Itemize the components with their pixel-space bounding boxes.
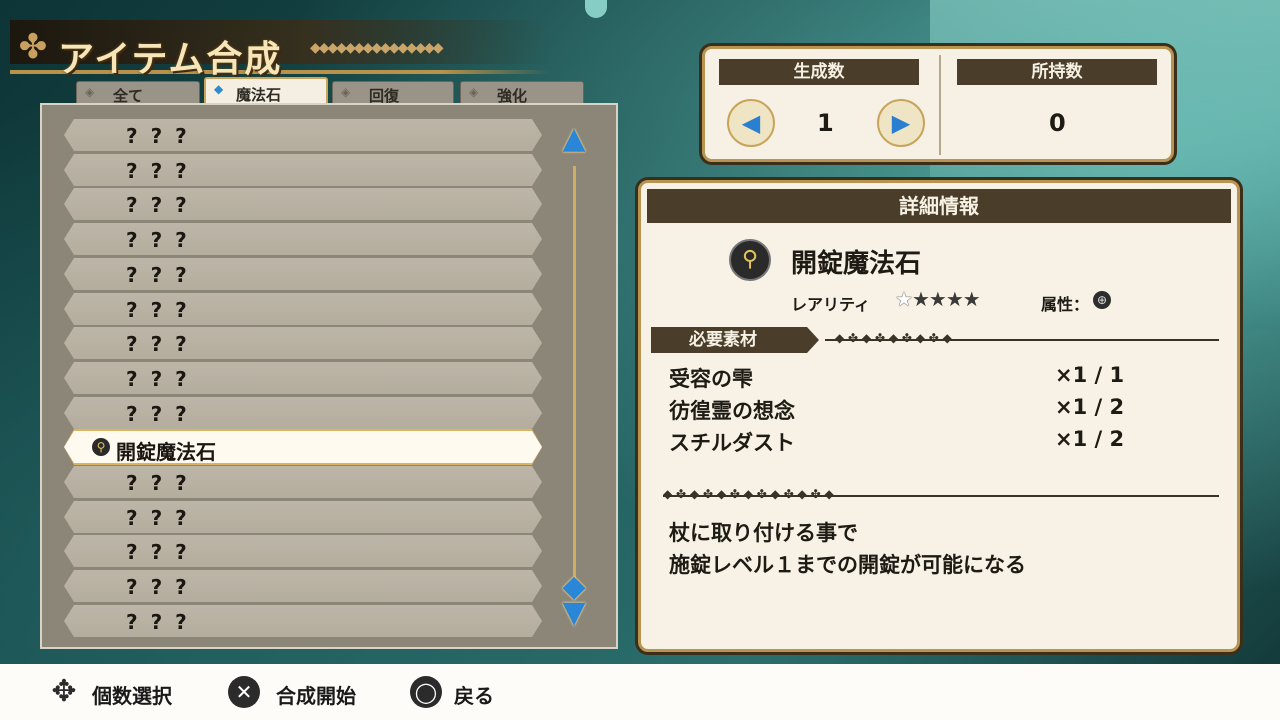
list-item[interactable]: ? ? ?	[64, 570, 542, 602]
material-name: 彷徨霊の想念	[669, 399, 795, 423]
list-item[interactable]: ? ? ?	[64, 188, 542, 220]
decrease-button[interactable]: ◀	[727, 99, 775, 147]
list-item[interactable]: ? ? ?	[64, 501, 542, 533]
circle-button-icon: ◯	[410, 676, 442, 708]
material-qty: ×1 / 1	[1055, 363, 1125, 387]
detail-panel: 詳細情報 ⚲ 開錠魔法石 レアリティ ★★★★★ 属性： ⊕ 必要素材 ◆ ✤ …	[638, 180, 1240, 652]
list-item[interactable]: ? ? ?	[64, 397, 542, 429]
screen-title-bar: ◆◆◆◆◆◆◆◆◆◆◆◆◆◆◆ ✤ アイテム合成	[0, 14, 560, 80]
divider-ornament: ◆ ✤ ◆ ✤ ◆ ✤ ◆ ✤ ◆	[835, 331, 952, 345]
list-item-label: ? ? ?	[126, 471, 190, 495]
scroll-track[interactable]	[573, 166, 576, 596]
list-item-label: ? ? ?	[126, 159, 190, 183]
material-name: 受容の雫	[669, 367, 753, 391]
cross-button-icon: ✕	[228, 676, 260, 708]
hint-label: 個数選択	[92, 684, 172, 708]
tab-label: 魔法石	[236, 86, 282, 104]
list-item-selected[interactable]: ⚲ 開錠魔法石	[64, 431, 542, 463]
attribute-label: 属性：	[1041, 295, 1090, 314]
leaf-emblem-icon: ✤	[18, 27, 48, 67]
list-item-label: ? ? ?	[126, 610, 190, 634]
diamond-icon: ◈	[469, 85, 479, 99]
star-icon: ★	[945, 287, 964, 311]
list-item-label: ? ? ?	[126, 263, 190, 287]
list-item-label: ? ? ?	[126, 575, 190, 599]
list-item[interactable]: ? ? ?	[64, 293, 542, 325]
background-lamp	[585, 0, 607, 18]
star-icon: ★	[962, 287, 981, 311]
count-divider	[939, 55, 941, 155]
divider-ornament: ◆ ✤ ◆ ✤ ◆ ✤ ◆ ✤ ◆ ✤ ◆ ✤ ◆	[663, 487, 834, 501]
list-item-label: ? ? ?	[126, 506, 190, 530]
tab-all[interactable]: ◈ 全て	[76, 81, 200, 105]
list-item-label: ? ? ?	[126, 193, 190, 217]
count-panel: 生成数 所持数 ◀ 1 ▶ 0	[702, 46, 1174, 162]
list-item[interactable]: ? ? ?	[64, 466, 542, 498]
list-item[interactable]: ? ? ?	[64, 535, 542, 567]
hint-label: 合成開始	[276, 684, 356, 708]
list-item[interactable]: ? ? ?	[64, 119, 542, 151]
list-item[interactable]: ? ? ?	[64, 258, 542, 290]
create-count-value: 1	[817, 109, 834, 137]
item-list-panel: ? ? ? ? ? ? ? ? ? ? ? ? ? ? ? ? ? ? ? ? ? ? ? ?…	[40, 103, 618, 649]
star-icon: ★	[895, 287, 913, 311]
detail-header: 詳細情報	[647, 189, 1231, 223]
owned-count-value: 0	[1049, 109, 1066, 137]
rarity-stars: ★★★★★	[895, 287, 981, 311]
key-icon: ⚲	[92, 438, 110, 456]
material-name: スチルダスト	[669, 431, 795, 455]
list-item-label: ? ? ?	[126, 298, 190, 322]
list-item-label: ? ? ?	[126, 228, 190, 252]
list-item[interactable]: ? ? ?	[64, 223, 542, 255]
hint-label: 戻る	[454, 684, 494, 708]
star-icon: ★	[928, 287, 947, 311]
list-item-label: ? ? ?	[126, 367, 190, 391]
material-qty: ×1 / 2	[1055, 395, 1125, 419]
materials-label: 必要素材	[651, 327, 819, 353]
dpad-icon: ✥	[51, 674, 77, 709]
list-item[interactable]: ? ? ?	[64, 327, 542, 359]
magic-stone-icon: ◆	[214, 82, 224, 96]
scroll-up-icon[interactable]: ▲	[556, 122, 592, 156]
list-item-label: ? ? ?	[126, 332, 190, 356]
item-name: 開錠魔法石	[791, 249, 922, 279]
list-item[interactable]: ? ? ?	[64, 362, 542, 394]
list-item[interactable]: ? ? ?	[64, 605, 542, 637]
diamond-icon: ◈	[85, 85, 95, 99]
tab-recovery[interactable]: ◈ 回復	[332, 81, 454, 105]
rarity-label: レアリティ	[791, 295, 871, 314]
owned-count-label: 所持数	[957, 59, 1157, 85]
button-hint-footer: ✥ 個数選択 ✕ 合成開始 ◯ 戻る	[0, 664, 1280, 720]
list-item-label: 開錠魔法石	[116, 440, 216, 464]
create-count-label: 生成数	[719, 59, 919, 85]
description-line: 杖に取り付ける事で	[669, 521, 858, 545]
list-item-label: ? ? ?	[126, 540, 190, 564]
description-line: 施錠レベル１までの開錠が可能になる	[669, 553, 1026, 577]
key-icon: ⚲	[729, 239, 771, 281]
page-title: アイテム合成	[58, 39, 283, 80]
diamond-icon: ◈	[341, 85, 351, 99]
list-item-label: ? ? ?	[126, 402, 190, 426]
scroll-down-icon[interactable]: ▼	[556, 596, 592, 630]
material-qty: ×1 / 2	[1055, 427, 1125, 451]
list-item[interactable]: ? ? ?	[64, 154, 542, 186]
star-icon: ★	[911, 287, 930, 311]
list-scrollbar[interactable]: ▲ ◆ ▼	[562, 122, 585, 630]
tab-enhance[interactable]: ◈ 強化	[460, 81, 584, 105]
list-item-label: ? ? ?	[126, 124, 190, 148]
increase-button[interactable]: ▶	[877, 99, 925, 147]
neutral-attribute-icon: ⊕	[1093, 291, 1111, 309]
title-diamond-ornament: ◆◆◆◆◆◆◆◆◆◆◆◆◆◆◆	[310, 40, 443, 56]
